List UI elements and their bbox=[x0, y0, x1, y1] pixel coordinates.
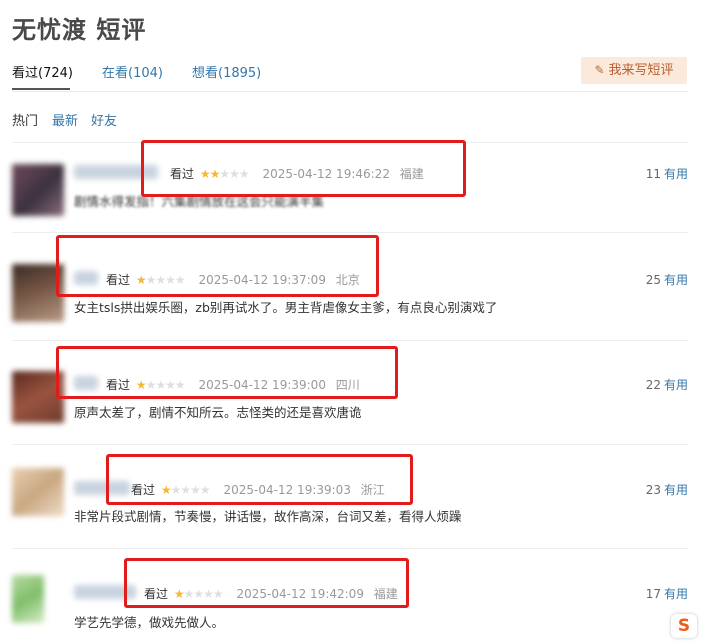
tab-want-to-watch[interactable]: 想看(1895) bbox=[192, 62, 261, 81]
comment-item: 看过 ★★★★★ 2025-04-12 19:39:03 浙江 23 有用 非常片… bbox=[12, 444, 688, 548]
useful-label[interactable]: 有用 bbox=[664, 587, 688, 601]
useful-count: 23 bbox=[645, 483, 661, 497]
useful-label[interactable]: 有用 bbox=[664, 483, 688, 497]
sort-hot[interactable]: 热门 bbox=[12, 110, 38, 129]
comment-text: 非常片段式剧情，节奏慢，讲话慢，故作高深，台词又差，看得人烦躁 bbox=[74, 509, 462, 524]
highlight-box bbox=[141, 140, 466, 197]
tab-watched[interactable]: 看过(724) bbox=[12, 62, 73, 81]
useful-label[interactable]: 有用 bbox=[664, 273, 688, 287]
highlight-box bbox=[106, 454, 413, 505]
comment-item: 看过 ★★★★★ 2025-04-12 19:37:09 北京 25 有用 女主t… bbox=[12, 232, 688, 340]
useful-count: 22 bbox=[645, 378, 661, 392]
comment-text: 女主tsls拱出娱乐圈，zb别再试水了。男主背虐像女主爹，有点良心别演戏了 bbox=[74, 300, 498, 315]
sogou-s-icon[interactable]: S bbox=[671, 614, 697, 638]
useful-label[interactable]: 有用 bbox=[664, 167, 688, 181]
row-divider bbox=[12, 548, 688, 549]
comment-text: 学艺先学德，做戏先做人。 bbox=[74, 615, 225, 630]
row-divider bbox=[12, 232, 688, 233]
comment-item: 看过 ★★★★★ 2025-04-12 19:46:22 福建 11 有用 剧情水… bbox=[12, 140, 688, 232]
useful-vote[interactable]: 25 有用 bbox=[646, 271, 688, 288]
tabs-divider bbox=[12, 91, 688, 92]
pencil-icon: ✎ bbox=[594, 63, 605, 77]
useful-vote[interactable]: 17 有用 bbox=[646, 585, 688, 602]
highlight-box bbox=[56, 346, 398, 399]
useful-vote[interactable]: 23 有用 bbox=[646, 481, 688, 498]
useful-count: 11 bbox=[645, 167, 661, 181]
sort-friends[interactable]: 好友 bbox=[91, 110, 117, 129]
useful-count: 17 bbox=[645, 587, 661, 601]
row-divider bbox=[12, 444, 688, 445]
comment-item: 看过 ★★★★★ 2025-04-12 19:42:09 福建 17 有用 学艺先… bbox=[12, 548, 688, 643]
useful-label[interactable]: 有用 bbox=[664, 378, 688, 392]
avatar[interactable] bbox=[12, 468, 64, 516]
highlight-box bbox=[56, 235, 379, 297]
row-divider bbox=[12, 340, 688, 341]
write-review-button[interactable]: ✎ 我来写短评 bbox=[581, 57, 687, 84]
comment-item: 看过 ★★★★★ 2025-04-12 19:39:00 四川 22 有用 原声太… bbox=[12, 340, 688, 444]
useful-vote[interactable]: 22 有用 bbox=[646, 376, 688, 393]
tab-watching[interactable]: 在看(104) bbox=[102, 62, 163, 81]
active-tab-indicator bbox=[12, 88, 70, 90]
avatar[interactable] bbox=[12, 575, 44, 623]
comment-text: 原声太差了，剧情不知所云。志怪类的还是喜欢唐诡 bbox=[74, 405, 362, 420]
useful-vote[interactable]: 11 有用 bbox=[646, 165, 688, 182]
useful-count: 25 bbox=[645, 273, 661, 287]
sort-latest[interactable]: 最新 bbox=[52, 110, 78, 129]
highlight-box bbox=[124, 558, 409, 608]
avatar[interactable] bbox=[12, 164, 64, 216]
page-title: 无忧渡 短评 bbox=[12, 16, 147, 44]
write-review-label: 我来写短评 bbox=[608, 63, 674, 78]
